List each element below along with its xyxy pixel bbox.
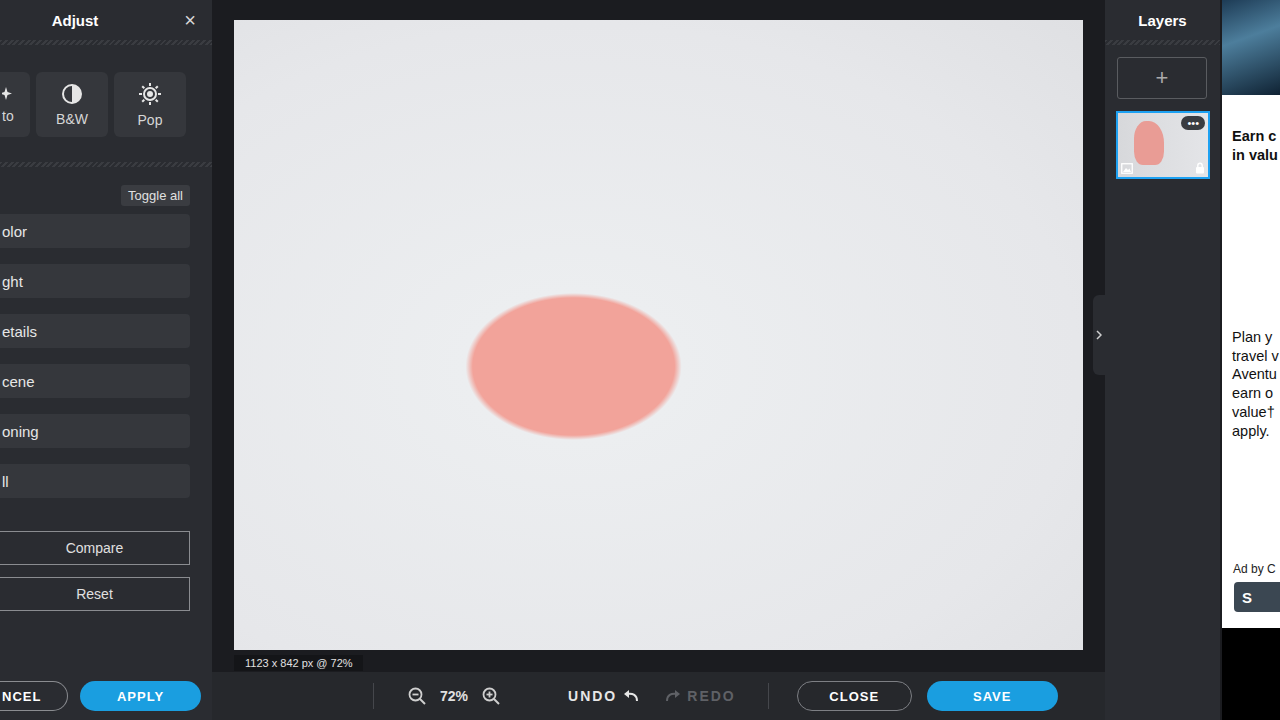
close-button[interactable]: × <box>184 9 212 32</box>
lock-icon <box>1195 162 1205 174</box>
ad-attribution: Ad by C <box>1222 562 1280 576</box>
toggle-all-button[interactable]: Toggle all <box>121 185 190 206</box>
zoom-in-icon[interactable] <box>482 687 500 705</box>
image-info: 1123 x 842 px @ 72% <box>234 655 363 671</box>
section-item[interactable]: olor <box>0 214 190 248</box>
advertisement[interactable]: Earn cin valu Plan ytravel vAventuearn ov… <box>1222 0 1280 628</box>
reset-button[interactable]: Reset <box>0 577 190 611</box>
divider <box>0 40 212 45</box>
ad-body: Plan ytravel vAventuearn ovalue†apply. <box>1222 328 1280 440</box>
layers-title: Layers <box>1105 0 1220 40</box>
bottom-toolbar: 72% UNDO REDO CLOSE SAVE <box>212 672 1105 720</box>
save-button[interactable]: SAVE <box>927 681 1058 711</box>
close-button[interactable]: CLOSE <box>797 681 912 711</box>
undo-button[interactable]: UNDO <box>568 688 639 704</box>
divider <box>0 162 212 167</box>
panel-header: Adjust × <box>0 0 212 40</box>
cancel-button[interactable]: NCEL <box>0 681 68 711</box>
preset-button[interactable]: Pop <box>114 72 186 137</box>
canvas-area: 1123 x 842 px @ 72% <box>212 0 1105 672</box>
layers-panel: Layers + ••• <box>1105 0 1220 720</box>
preset-label: Pop <box>138 112 163 128</box>
panel-title: Adjust <box>0 12 150 29</box>
layer-thumbnail[interactable]: ••• <box>1116 111 1210 179</box>
divider <box>768 683 769 709</box>
section-item[interactable]: ll <box>0 464 190 498</box>
collapse-tab[interactable] <box>1093 295 1105 375</box>
preset-label: B&W <box>56 111 88 127</box>
preset-list: to B&W Pop <box>0 72 212 137</box>
image-icon <box>1121 163 1133 174</box>
section-item[interactable]: oning <box>0 414 190 448</box>
ad-image[interactable] <box>1222 0 1280 95</box>
section-list: olor ght etails cene oning ll <box>0 214 212 498</box>
preset-button[interactable]: to <box>0 72 30 137</box>
preset-button[interactable]: B&W <box>36 72 108 137</box>
preset-label: to <box>2 108 14 124</box>
zoom-out-icon[interactable] <box>408 687 426 705</box>
redo-icon <box>665 689 681 703</box>
sparkle-icon <box>2 85 12 102</box>
divider <box>373 683 374 709</box>
sun-icon <box>138 82 162 106</box>
section-item[interactable]: cene <box>0 364 190 398</box>
compare-button[interactable]: Compare <box>0 531 190 565</box>
add-layer-button[interactable]: + <box>1117 57 1207 99</box>
photo <box>234 20 1083 650</box>
layer-menu-button[interactable]: ••• <box>1181 116 1205 130</box>
ad-headline: Earn cin valu <box>1222 127 1280 165</box>
contrast-icon <box>61 83 83 105</box>
zoom-level: 72% <box>440 688 468 704</box>
chevron-right-icon <box>1096 330 1102 340</box>
editor-area: 1123 x 842 px @ 72% 72% UNDO REDO CLOSE SAVE <box>212 0 1105 720</box>
undo-icon <box>623 689 639 703</box>
divider <box>1105 40 1220 45</box>
ad-button[interactable]: S <box>1234 582 1280 612</box>
redo-button[interactable]: REDO <box>665 688 735 704</box>
section-item[interactable]: ght <box>0 264 190 298</box>
section-item[interactable]: etails <box>0 314 190 348</box>
apply-button[interactable]: APPLY <box>80 681 201 711</box>
adjust-panel: Adjust × to B&W Pop Toggle all olor ght etails ce… <box>0 0 212 720</box>
ad-column: Earn cin valu Plan ytravel vAventuearn ov… <box>1222 0 1280 720</box>
